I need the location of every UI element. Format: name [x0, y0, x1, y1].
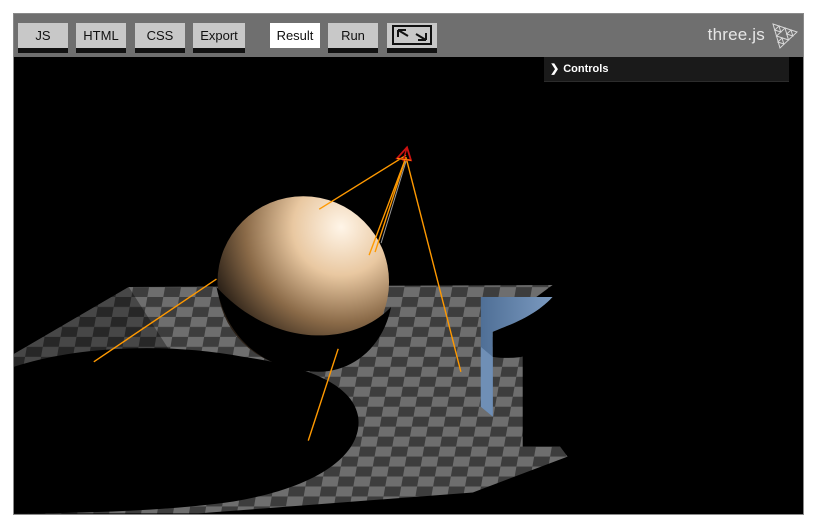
fullscreen-button[interactable] — [387, 23, 437, 53]
preview-frame: JS HTML CSS Export Result Run three.js ❯… — [13, 13, 804, 515]
expand-arrows-icon — [392, 25, 432, 45]
js-button[interactable]: JS — [18, 23, 68, 53]
three-js-logo-icon — [772, 23, 798, 49]
spotlight-marker — [395, 145, 413, 162]
toolbar: JS HTML CSS Export Result Run three.js — [14, 14, 803, 57]
box-shadow — [522, 285, 803, 514]
3d-viewport[interactable] — [14, 57, 803, 514]
controls-label: Controls — [563, 63, 609, 75]
controls-panel[interactable]: ❯ Controls — [544, 57, 789, 82]
html-button[interactable]: HTML — [76, 23, 126, 53]
logo-text: three.js — [707, 25, 765, 44]
run-button[interactable]: Run — [328, 23, 378, 53]
css-button[interactable]: CSS — [135, 23, 185, 53]
export-button[interactable]: Export — [193, 23, 245, 53]
chevron-right-icon: ❯ — [550, 63, 560, 75]
result-button[interactable]: Result — [270, 23, 320, 48]
